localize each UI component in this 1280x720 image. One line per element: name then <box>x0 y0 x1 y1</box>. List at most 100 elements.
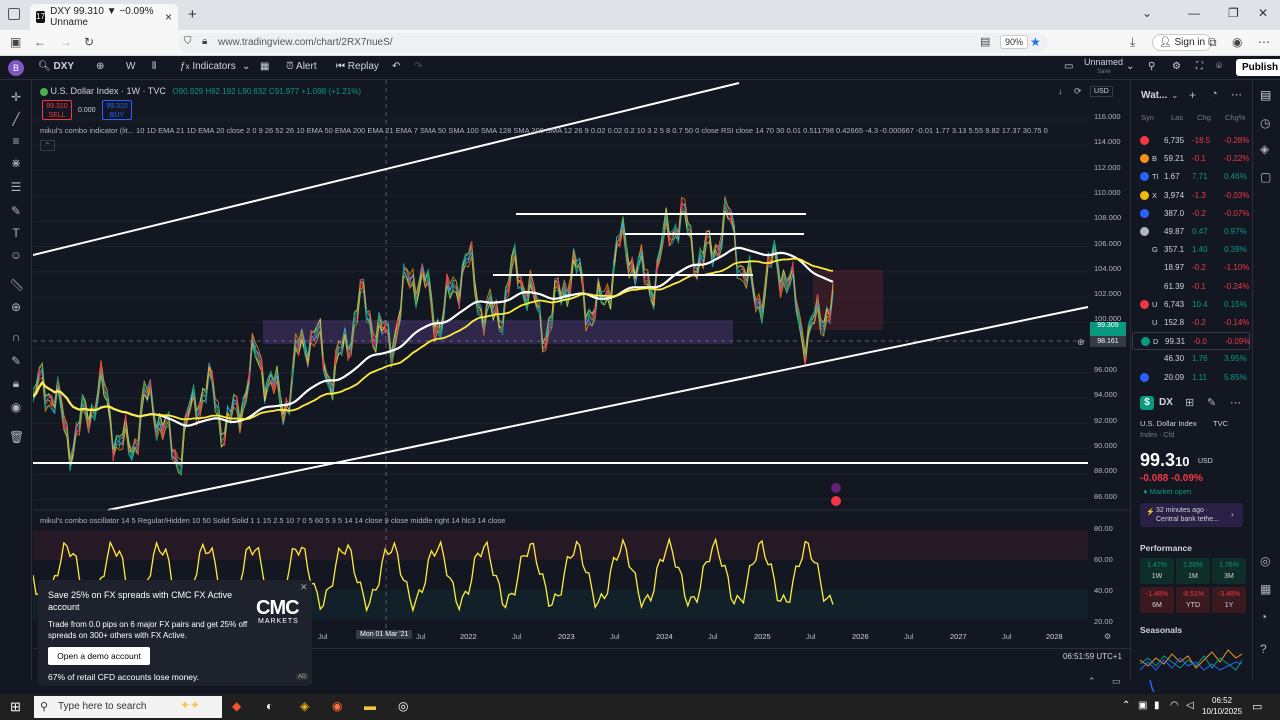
minimize-icon[interactable]: — <box>1188 6 1200 20</box>
sell-button[interactable]: 99.310 SELL <box>42 100 72 120</box>
network-icon[interactable]: ◠ <box>1170 700 1179 711</box>
watchlist-row[interactable]: B 59.21 -0.1 -0.22% <box>1132 150 1250 168</box>
browser-tab[interactable]: 17 DXY 99.310 ▼ −0.09% Unname × <box>30 4 178 30</box>
edit-icon[interactable]: ✎ <box>1207 396 1216 409</box>
detail-name[interactable]: U.S. Dollar Index <box>1140 419 1197 428</box>
forward-icon[interactable]: → <box>60 35 72 49</box>
lock-icon[interactable]: 🔒︎ <box>202 36 207 47</box>
tray-clock[interactable]: 06:52 10/10/2025 <box>1202 695 1242 717</box>
trash-icon[interactable]: 🗑︎ <box>9 430 24 444</box>
tab-list-chevron-icon[interactable]: ⌄ <box>1142 6 1152 20</box>
performance-title[interactable]: Performance <box>1140 543 1192 553</box>
reader-icon[interactable]: ▤ <box>980 35 990 48</box>
calendar-icon[interactable]: ▦ <box>1260 582 1271 596</box>
firefox-icon[interactable]: ◉ <box>332 699 342 713</box>
ad-close-icon[interactable]: ✕ <box>300 582 308 593</box>
indicator1-legend[interactable]: mikul's combo indicator (lit... 10 1D EM… <box>40 126 1048 135</box>
refresh-icon[interactable]: ↻ <box>84 35 94 49</box>
watchlist-row[interactable]: G 357.1 1.40 0.39% <box>1132 241 1250 259</box>
chat-icon[interactable]: ▢ <box>1260 170 1271 184</box>
performance-cell[interactable]: 1.47% 1W <box>1140 558 1174 584</box>
watchlist-row[interactable]: 6,735 -18.5 -0.28% <box>1132 132 1250 150</box>
new-tab-icon[interactable]: + <box>188 6 197 23</box>
arrow-down-icon[interactable]: ↓ <box>1058 86 1063 96</box>
layers-icon[interactable]: ◈ <box>1260 142 1269 156</box>
layout-chevron-icon[interactable]: ⌄ <box>1126 61 1134 72</box>
eye-icon[interactable]: ◉ <box>9 400 23 414</box>
close-window-icon[interactable]: ✕ <box>1258 6 1268 20</box>
shield-icon[interactable]: ⛉ <box>184 36 192 47</box>
magnet-icon[interactable]: ∩ <box>9 330 23 344</box>
copilot-icon[interactable]: ◉ <box>1232 35 1242 49</box>
watchlist-row[interactable]: U 6,743 10.4 0.15% <box>1132 296 1250 314</box>
watchlist-row[interactable]: 20.09 1.11 5.85% <box>1132 369 1250 387</box>
publish-button[interactable]: Publish <box>1236 59 1280 76</box>
sign-in-button[interactable]: 👤︎ Sign in <box>1152 34 1213 51</box>
alerts-clock-icon[interactable]: ◷ <box>1260 116 1270 130</box>
undo-icon[interactable]: ↶ <box>392 61 400 72</box>
target-icon[interactable]: ◎ <box>1260 554 1270 568</box>
windows-start-icon[interactable]: ⊞ <box>10 699 21 715</box>
layout-save-label[interactable]: Save <box>1097 69 1111 75</box>
downloads-icon[interactable]: ⤓ <box>1130 35 1135 50</box>
seasonals-title[interactable]: Seasonals <box>1140 625 1182 635</box>
avatar[interactable]: B <box>8 60 24 76</box>
notifications-icon[interactable]: ◔ <box>1260 610 1267 624</box>
watchlist-row[interactable]: 61.39 -0.1 -0.24% <box>1132 278 1250 296</box>
alert-button[interactable]: ⏰︎ Alert <box>286 61 317 72</box>
add-alert-icon[interactable]: ⊕ <box>1077 337 1085 348</box>
compare-icon[interactable]: ⊕ <box>96 61 104 72</box>
file-explorer-icon[interactable]: ▬ <box>364 699 376 713</box>
performance-cell[interactable]: -3.48% 1Y <box>1212 587 1246 613</box>
watchlist-row[interactable]: 49.87 0.47 0.97% <box>1132 223 1250 241</box>
url-field[interactable]: www.tradingview.com/chart/2RX7nueS/ <box>178 33 1048 53</box>
chart-title[interactable]: U.S. Dollar Index · 1W · TVC <box>51 86 166 96</box>
interval-button[interactable]: W <box>126 61 135 72</box>
currency-select[interactable]: USD <box>1090 86 1113 97</box>
watchlist-row[interactable]: 18.97 -0.2 -1.10% <box>1132 259 1250 277</box>
collapse-panel-icon[interactable]: ⌃ <box>1088 676 1096 687</box>
maximize-icon[interactable]: ❐ <box>1228 6 1239 20</box>
tradingview-app-icon[interactable]: ◎ <box>398 699 408 713</box>
chart-type-icon[interactable]: ⫴ <box>152 61 156 72</box>
indicator2-legend[interactable]: mikul's combo oscillator 14 5 Regular/Hi… <box>40 516 505 525</box>
workspaces-icon[interactable]: ▣ <box>10 35 21 49</box>
performance-cell[interactable]: 1.50% 1M <box>1176 558 1210 584</box>
quick-search-icon[interactable]: ⚲ <box>1148 61 1155 72</box>
layout-name[interactable]: Unnamed <box>1084 57 1123 67</box>
axis-settings-icon[interactable]: ⚙ <box>1104 632 1111 641</box>
watchlist-row[interactable]: Tl 1.67 7.71 0.46% <box>1132 168 1250 186</box>
notification-center-icon[interactable]: ▭ <box>1252 700 1262 713</box>
watchlist-title[interactable]: Wat... <box>1141 90 1167 101</box>
buy-button[interactable]: 99.310 BUY <box>102 100 132 120</box>
replay-button[interactable]: ⏮ Replay <box>336 61 379 72</box>
detail-more-icon[interactable]: ⋯ <box>1230 396 1241 409</box>
watchlist-row[interactable]: U 152.8 -0.2 -0.14% <box>1132 314 1250 332</box>
app-icon-1[interactable]: ◐ <box>266 699 273 713</box>
performance-cell[interactable]: -1.48% 6M <box>1140 587 1174 613</box>
redo-icon[interactable]: ↷ <box>414 61 422 72</box>
seasonals-chart[interactable] <box>1138 640 1244 692</box>
fib-icon[interactable]: ≡ <box>9 134 23 148</box>
ruler-icon[interactable]: 📏︎ <box>9 278 24 292</box>
battery-icon[interactable]: ▮ <box>1154 700 1160 711</box>
watchlist-chevron-icon[interactable]: ⌄ <box>1171 90 1179 101</box>
tab-actions-icon[interactable] <box>8 8 20 20</box>
layout-icon[interactable]: ▭ <box>1064 61 1073 72</box>
maximize-panel-icon[interactable]: ▭ <box>1112 676 1121 687</box>
performance-cell[interactable]: -8.51% YTD <box>1176 587 1210 613</box>
fullscreen-icon[interactable]: ⛶ <box>1196 61 1203 72</box>
collapse-legend-icon[interactable]: ⌃ <box>40 140 55 151</box>
crosshair-icon[interactable]: ✛ <box>9 90 23 104</box>
performance-cell[interactable]: 1.76% 3M <box>1212 558 1246 584</box>
add-symbol-icon[interactable]: + <box>1189 88 1196 102</box>
trend-line-icon[interactable]: ╱ <box>9 112 23 126</box>
tray-chevron-icon[interactable]: ⌃ <box>1122 700 1130 711</box>
col-chg[interactable]: Chg <box>1197 113 1211 122</box>
indicators-button[interactable]: ƒx Indicators <box>180 61 236 72</box>
help-icon[interactable]: ? <box>1260 642 1267 656</box>
col-chgp[interactable]: Chg% <box>1225 113 1245 122</box>
watchlist-row[interactable]: D 99.31 -0.0 -0.09% <box>1132 332 1250 351</box>
watchlist-icon[interactable]: ▤ <box>1260 88 1271 102</box>
binance-icon[interactable]: ◈ <box>300 699 309 713</box>
